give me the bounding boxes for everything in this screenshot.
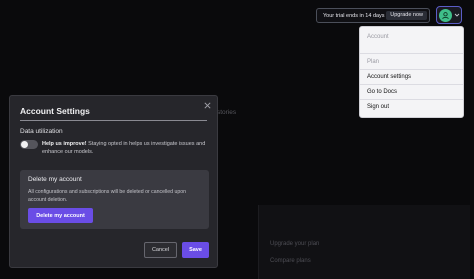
menu-header-account: Account (367, 34, 389, 40)
menu-divider (360, 99, 463, 100)
background-compare-plans-link: Compare plans (270, 258, 311, 264)
background-upgrade-plan-link: Upgrade your plan (270, 241, 320, 247)
account-menu-button[interactable] (436, 6, 462, 24)
delete-account-title: Delete my account (28, 176, 82, 183)
menu-item-go-to-docs[interactable]: Go to Docs (360, 89, 463, 95)
user-icon (442, 11, 449, 19)
menu-divider (360, 69, 463, 70)
cancel-button[interactable]: Cancel (144, 242, 177, 258)
background-text-fragment: stories (217, 109, 237, 116)
upgrade-now-button[interactable]: Upgrade now (386, 11, 427, 20)
help-improve-bold: Help us improve! (42, 141, 87, 147)
avatar (439, 8, 452, 22)
data-utilization-toggle[interactable] (20, 140, 38, 149)
help-improve-text: Help us improve! Staying opted in helps … (42, 140, 214, 156)
account-settings-modal: Account Settings Data utilization Help u… (9, 95, 218, 268)
menu-divider (360, 53, 463, 54)
background-plan-card: Upgrade your plan Compare plans (258, 205, 470, 279)
chevron-down-icon (454, 13, 460, 17)
delete-account-button[interactable]: Delete my account (28, 208, 93, 223)
account-dropdown-menu: Account Plan Account settings Go to Docs… (359, 26, 464, 118)
toggle-knob (21, 141, 28, 148)
menu-item-sign-out[interactable]: Sign out (360, 104, 463, 110)
close-icon[interactable] (203, 101, 212, 110)
app-page: stories Upgrade your plan Compare plans … (0, 0, 474, 279)
trial-banner: Your trial ends in 14 days Upgrade now (316, 8, 430, 23)
delete-account-warning: All configurations and subscriptions wil… (28, 189, 187, 203)
data-utilization-label: Data utilization (20, 128, 63, 135)
menu-divider (360, 84, 463, 85)
menu-item-plan[interactable]: Plan (360, 59, 463, 65)
modal-title: Account Settings (20, 106, 90, 116)
modal-divider (20, 120, 207, 121)
save-button[interactable]: Save (182, 242, 209, 258)
trial-text: Your trial ends in 14 days (323, 12, 385, 19)
delete-account-section: Delete my account All configurations and… (20, 170, 209, 229)
menu-item-account-settings[interactable]: Account settings (360, 74, 463, 80)
